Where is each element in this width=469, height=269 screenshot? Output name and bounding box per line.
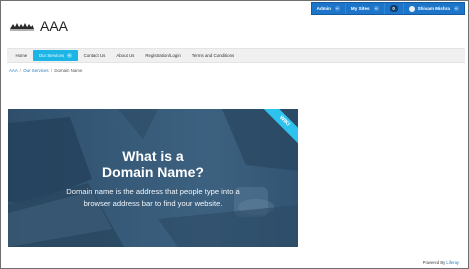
banner-subtitle-line1: Domain name is the address that people t… — [66, 187, 240, 196]
site-title[interactable]: AAA — [40, 18, 68, 34]
admin-label: Admin — [316, 6, 331, 11]
breadcrumb-separator: / — [50, 68, 53, 73]
nav-item-home[interactable]: Home — [10, 50, 33, 61]
notification-count-badge: 0 — [389, 5, 398, 12]
breadcrumb-link-home[interactable]: AAA — [9, 68, 18, 73]
user-menu[interactable]: Shivam Mishra — [404, 3, 464, 14]
nav-item-registration-login[interactable]: Registration/Login — [140, 50, 186, 61]
banner-subtitle-line2: browser address bar to find your website… — [83, 199, 223, 208]
footer-prefix: Powered By — [422, 260, 446, 265]
breadcrumb-link-our-services[interactable]: Our Services — [23, 68, 48, 73]
banner-title-line1: What is a — [122, 148, 184, 164]
notifications-button[interactable]: 0 — [385, 3, 404, 14]
liferay-link[interactable]: Liferay — [446, 260, 459, 265]
breadcrumb-separator: / — [19, 68, 22, 73]
mountain-logo-icon — [10, 23, 34, 31]
page-frame: Admin My Sites 0 Shivam Mishra AAA Home … — [0, 0, 469, 269]
my-sites-menu[interactable]: My Sites — [346, 3, 385, 14]
banner-title-line2: Domain Name? — [102, 164, 204, 180]
dockbar: Admin My Sites 0 Shivam Mishra — [310, 2, 465, 15]
nav-item-contact-us[interactable]: Contact Us — [78, 50, 111, 61]
nav-item-terms[interactable]: Terms and Conditions — [186, 50, 239, 61]
chevron-down-icon — [454, 6, 459, 11]
chevron-down-icon — [334, 6, 340, 11]
nav-item-label: Our Services — [38, 53, 65, 58]
user-name: Shivam Mishra — [417, 6, 450, 11]
my-sites-label: My Sites — [350, 6, 370, 11]
breadcrumb: AAA / Our Services / Domain Name — [9, 68, 82, 73]
nav-item-about-us[interactable]: About Us — [111, 50, 140, 61]
nav-item-our-services[interactable]: Our Services — [32, 50, 79, 61]
avatar — [408, 5, 415, 12]
admin-menu[interactable]: Admin — [312, 3, 346, 14]
banner-subtitle: Domain name is the address that people t… — [38, 186, 268, 210]
chevron-down-icon — [67, 53, 73, 58]
main-navigation: Home Our Services Contact Us About Us Re… — [7, 48, 465, 63]
powered-by-footer: Powered By Liferay — [423, 260, 459, 265]
chevron-down-icon — [373, 6, 379, 11]
domain-name-banner-image: What is a Domain Name? Domain name is th… — [8, 109, 298, 247]
breadcrumb-current: Domain Name — [54, 68, 83, 73]
